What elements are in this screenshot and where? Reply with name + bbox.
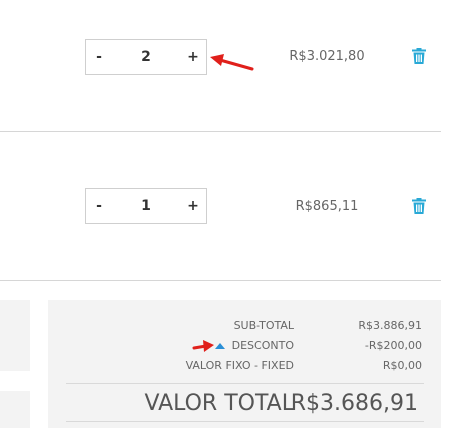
quantity-stepper: - 2 + [85,39,207,75]
discount-row: DESCONTO -R$200,00 [66,336,424,356]
subtotal-row: SUB-TOTAL R$3.886,91 [66,316,424,336]
total-value: R$3.686,91 [290,391,418,416]
summary-divider [66,421,424,422]
increment-button[interactable]: + [180,189,206,223]
decrement-button[interactable]: - [86,189,112,223]
trash-icon[interactable] [412,198,426,214]
row-divider [0,131,441,132]
decrement-button[interactable]: - [86,40,112,74]
side-panel [0,391,30,428]
fixed-value: R$0,00 [382,359,422,372]
side-panel [0,300,30,371]
fixed-label: VALOR FIXO - FIXED [185,359,294,372]
total-label: VALOR TOTAL [144,391,294,416]
subtotal-value: R$3.886,91 [358,319,422,332]
fixed-value-row: VALOR FIXO - FIXED R$0,00 [66,356,424,376]
quantity-stepper: - 1 + [85,188,207,224]
summary-divider [66,383,424,384]
cart-page: - 2 + R$3.021,80 - 1 + R$865,11 SUB-TOTA… [0,0,466,428]
quantity-value[interactable]: 2 [112,40,180,74]
item-price: R$3.021,80 [289,49,365,64]
row-divider [0,280,441,281]
subtotal-label: SUB-TOTAL [233,319,294,332]
annotation-arrow-icon [192,340,214,352]
annotation-arrow-icon [210,54,254,71]
triangle-up-icon[interactable] [215,343,225,349]
quantity-value[interactable]: 1 [112,189,180,223]
trash-icon[interactable] [412,48,426,64]
item-price: R$865,11 [295,199,359,214]
increment-button[interactable]: + [180,40,206,74]
discount-value: -R$200,00 [364,339,422,352]
discount-label[interactable]: DESCONTO [232,339,294,352]
